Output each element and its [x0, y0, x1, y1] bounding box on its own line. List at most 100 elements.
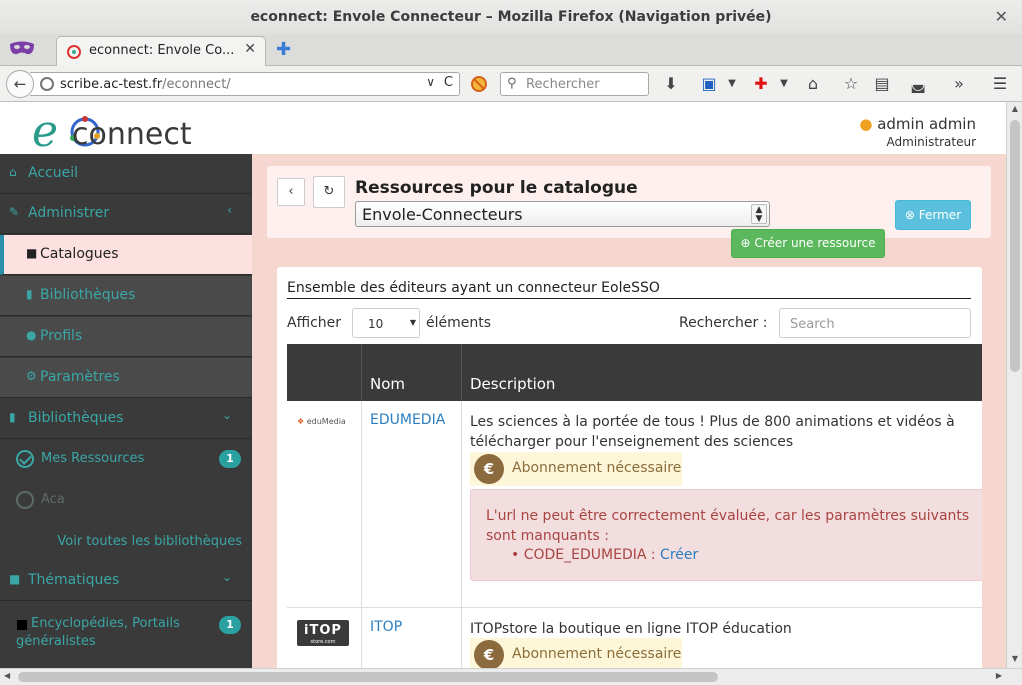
sidebar-item-bibliotheques[interactable]: ▮ Bibliothèques ⌄	[0, 399, 252, 439]
refresh-button[interactable]: ↻	[313, 176, 345, 208]
horizontal-scroll-thumb[interactable]	[18, 672, 718, 682]
search-icon: ⚲	[507, 76, 517, 91]
sidebar-item-thematiques[interactable]: ■ Thématiques ⌄	[0, 561, 252, 601]
chevron-down-icon: ⌄	[221, 570, 232, 584]
window-close-button[interactable]: ✕	[995, 0, 1008, 34]
abonnement-badge: € Abonnement nécessaire	[470, 638, 682, 668]
user-info[interactable]: ● admin admin Administrateur	[859, 115, 976, 149]
download-icon[interactable]: ⬇	[661, 74, 681, 93]
svg-text:e: e	[32, 106, 58, 152]
afficher-label: Afficher	[287, 315, 342, 331]
save-dropdown-icon[interactable]: ▼	[722, 78, 742, 89]
menu-icon[interactable]: ☰	[990, 74, 1010, 93]
vertical-scrollbar[interactable]: ▲ ▼	[1006, 102, 1022, 668]
window-titlebar: econnect: Envole Connecteur – Mozilla Fi…	[0, 0, 1022, 34]
creer-ressource-button[interactable]: ⊕ Créer une ressource	[731, 229, 885, 258]
column-header-logo[interactable]	[287, 344, 362, 401]
users-icon: ●	[26, 328, 37, 342]
abonnement-badge: € Abonnement nécessaire	[470, 452, 682, 486]
private-browsing-mask-icon	[10, 41, 34, 55]
table-row: iTOP store.com ITOP ITOPstore la boutique…	[287, 608, 982, 668]
econnect-logo[interactable]: e connect	[30, 106, 210, 152]
table-row: ❖ eduMedia EDUMEDIA Les sciences à la po…	[287, 401, 982, 608]
rechercher-label: Rechercher :	[679, 315, 768, 331]
tab-close-button[interactable]: ✕	[244, 41, 256, 57]
scroll-left-arrow-icon[interactable]: ◀	[4, 671, 10, 680]
page-length-select[interactable]: 10 ▼	[352, 308, 420, 338]
missing-parameters-alert: L'url ne peut être correctement évaluée,…	[470, 489, 982, 581]
resource-description: Les sciences à la portée de tous ! Plus …	[470, 414, 955, 450]
sidebar-item-parametres[interactable]: ⚙ Paramètres	[0, 358, 252, 398]
reading-list-icon[interactable]: ▤	[872, 74, 892, 93]
catalog-select[interactable]: Envole-Connecteurs ▲ ▼	[355, 201, 770, 227]
main-content: ‹ ↻ Ressources pour le catalogue Envole-…	[252, 154, 1006, 668]
url-text[interactable]: scribe.ac-test.fr/econnect/	[60, 77, 231, 92]
sidebar-item-profils[interactable]: ● Profils	[0, 317, 252, 357]
sidebar-item-bibliotheques-admin[interactable]: ▮ Bibliothèques	[0, 276, 252, 316]
elements-label: éléments	[426, 315, 492, 331]
euro-icon: €	[474, 640, 504, 668]
encyclopedies-count-badge: 1	[219, 616, 241, 634]
browser-search-input[interactable]: ⚲ Rechercher	[500, 72, 649, 96]
resource-name-link[interactable]: EDUMEDIA	[370, 412, 445, 428]
pocket-icon[interactable]: ◛	[908, 74, 928, 93]
row-logo-cell: ❖ eduMedia	[287, 401, 362, 607]
save-icon[interactable]: ▣	[699, 74, 719, 93]
column-header-nom[interactable]: Nom	[362, 344, 462, 401]
horizontal-scrollbar[interactable]: ◀ ▶	[0, 668, 1022, 685]
url-bar[interactable]: scribe.ac-test.fr/econnect/ ∨ C	[30, 72, 460, 96]
row-description-cell: ITOPstore la boutique en ligne ITOP éduc…	[462, 608, 982, 668]
addon-icon[interactable]: ✚	[751, 74, 771, 93]
tracking-protection-icon[interactable]	[470, 75, 488, 93]
sidebar-item-aca[interactable]: Aca	[0, 481, 252, 521]
voir-toutes-bibliotheques-link[interactable]: Voir toutes les bibliothèques	[57, 534, 242, 549]
fermer-button[interactable]: ⊗ Fermer	[895, 200, 971, 230]
table-caption: Ensemble des éditeurs ayant un connecteu…	[287, 280, 971, 299]
home-icon[interactable]: ⌂	[803, 74, 823, 93]
book-icon: ▮	[9, 410, 16, 424]
back-button[interactable]: ‹	[277, 178, 305, 206]
sidebar-item-accueil[interactable]: ⌂ Accueil	[0, 154, 252, 194]
row-logo-cell: iTOP store.com	[287, 608, 362, 668]
resource-name-link[interactable]: ITOP	[370, 619, 402, 635]
reload-icon[interactable]: C	[444, 75, 453, 90]
new-tab-button[interactable]: ✚	[276, 39, 291, 60]
table-search-input[interactable]: Search	[779, 308, 971, 338]
creer-parameter-link[interactable]: Créer	[660, 547, 698, 563]
row-description-cell: Les sciences à la portée de tous ! Plus …	[462, 401, 982, 607]
back-button[interactable]: ←	[6, 70, 34, 98]
sidebar: ⌂ Accueil ✎ Administrer ‹ ■ Catalogues ▮…	[0, 154, 252, 668]
missing-parameter-item: • CODE_EDUMEDIA : Créer	[511, 547, 699, 563]
svg-text:connect: connect	[72, 117, 192, 152]
tab-econnect[interactable]: econnect: Envole Co... ✕	[56, 36, 266, 66]
category-color-icon	[17, 620, 27, 630]
tab-title: econnect: Envole Co...	[89, 43, 235, 58]
scroll-right-arrow-icon[interactable]: ▶	[996, 671, 1002, 680]
vertical-scroll-thumb[interactable]	[1010, 120, 1020, 372]
resources-table-card: Ensemble des éditeurs ayant un connecteu…	[277, 267, 982, 668]
sidebar-item-catalogues[interactable]: ■ Catalogues	[0, 235, 252, 275]
user-role: Administrateur	[886, 135, 976, 149]
euro-icon: €	[474, 454, 504, 484]
plus-circle-icon: ⊕	[740, 236, 751, 250]
check-circle-icon	[16, 450, 34, 468]
chevron-down-icon: ⌄	[221, 408, 232, 422]
globe-icon	[40, 77, 54, 91]
addon-dropdown-icon[interactable]: ▼	[774, 78, 794, 89]
edumedia-logo: ❖ eduMedia	[297, 417, 346, 426]
column-header-description[interactable]: Description	[462, 344, 982, 401]
row-name-cell: ITOP	[362, 608, 462, 668]
book-icon: ▮	[26, 287, 33, 301]
sidebar-item-encyclopedies[interactable]: Encyclopédies, Portails généralistes 1	[0, 606, 252, 656]
sidebar-item-mes-ressources[interactable]: Mes Ressources 1	[0, 440, 252, 480]
scroll-down-arrow-icon[interactable]: ▼	[1009, 654, 1021, 666]
url-history-dropdown-icon[interactable]: ∨	[426, 75, 435, 89]
scroll-up-arrow-icon[interactable]: ▲	[1009, 104, 1021, 116]
resource-description: ITOPstore la boutique en ligne ITOP éduc…	[470, 621, 792, 637]
bookmark-star-icon[interactable]: ☆	[841, 74, 861, 93]
overflow-icon[interactable]: »	[949, 74, 969, 93]
cogs-icon: ⚙	[26, 369, 37, 383]
circle-icon	[16, 491, 34, 509]
sidebar-item-administrer[interactable]: ✎ Administrer ‹	[0, 194, 252, 234]
user-name[interactable]: ● admin admin	[859, 115, 976, 133]
